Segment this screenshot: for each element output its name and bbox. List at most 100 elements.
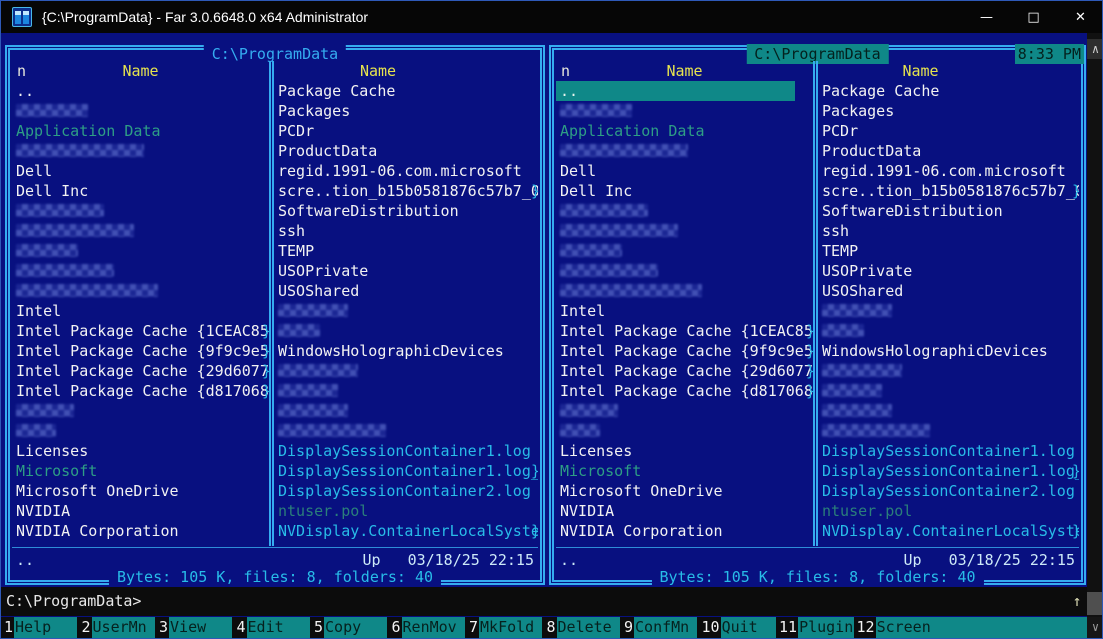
file-row-redacted[interactable] (12, 261, 269, 281)
file-row[interactable]: Licenses (12, 441, 269, 461)
fkey-10-quit[interactable]: 10Quit (699, 617, 777, 638)
file-row-redacted[interactable] (274, 321, 538, 341)
file-row-redacted[interactable] (12, 421, 269, 441)
file-row[interactable]: USOShared (818, 281, 1079, 301)
file-row[interactable]: PCDr (818, 121, 1079, 141)
file-row[interactable]: NVDisplay.ContainerLocalSyste} (818, 521, 1079, 541)
file-row[interactable]: scre..tion_b15b0581876c57b7_0} (818, 181, 1079, 201)
file-row[interactable]: DisplaySessionContainer1.log (818, 441, 1079, 461)
file-row[interactable]: DisplaySessionContainer1.log_} (274, 461, 538, 481)
file-row[interactable]: regid.1991-06.com.microsoft (274, 161, 538, 181)
fkey-1-help[interactable]: 1Help (1, 617, 79, 638)
file-row[interactable]: Intel (12, 301, 269, 321)
fkey-11-plugin[interactable]: 11Plugin (776, 617, 854, 638)
file-row[interactable]: Intel Package Cache {1CEAC85} (12, 321, 269, 341)
fkey-7-mkfold[interactable]: 7MkFold (466, 617, 544, 638)
file-row[interactable]: DisplaySessionContainer2.log (274, 481, 538, 501)
fkey-6-renmov[interactable]: 6RenMov (389, 617, 467, 638)
file-row[interactable]: ProductData (274, 141, 538, 161)
file-row-redacted[interactable] (274, 401, 538, 421)
scrollbar-thumb[interactable] (1087, 592, 1103, 615)
file-row[interactable]: Microsoft OneDrive (12, 481, 269, 501)
close-button[interactable]: ✕ (1057, 1, 1103, 33)
fkey-4-edit[interactable]: 4Edit (234, 617, 312, 638)
file-row-redacted[interactable] (556, 261, 813, 281)
file-row-redacted[interactable] (556, 141, 813, 161)
scroll-up-icon[interactable]: ∧ (1087, 39, 1103, 59)
file-row[interactable]: Intel Package Cache {d817068} (12, 381, 269, 401)
file-row-redacted[interactable] (818, 301, 1079, 321)
file-row[interactable]: USOPrivate (818, 261, 1079, 281)
file-row-redacted[interactable] (556, 241, 813, 261)
file-row[interactable]: regid.1991-06.com.microsoft (818, 161, 1079, 181)
file-row[interactable]: USOShared (274, 281, 538, 301)
file-row[interactable]: SoftwareDistribution (818, 201, 1079, 221)
fkey-3-view[interactable]: 3View (156, 617, 234, 638)
file-row[interactable]: NVDisplay.ContainerLocalSyste} (274, 521, 538, 541)
minimize-button[interactable]: — (963, 1, 1010, 33)
file-row-redacted[interactable] (556, 281, 813, 301)
file-row[interactable]: TEMP (274, 241, 538, 261)
maximize-button[interactable]: □ (1010, 1, 1057, 33)
file-row[interactable]: Microsoft (556, 461, 813, 481)
file-row-redacted[interactable] (12, 241, 269, 261)
file-row[interactable]: Microsoft OneDrive (556, 481, 813, 501)
file-row[interactable]: Dell (12, 161, 269, 181)
file-row[interactable]: Intel Package Cache {d817068} (556, 381, 813, 401)
file-row-redacted[interactable] (818, 361, 1079, 381)
scroll-down-icon[interactable]: ∨ (1087, 617, 1103, 638)
file-row-redacted[interactable] (12, 401, 269, 421)
file-row[interactable]: Dell Inc (556, 181, 813, 201)
file-row[interactable]: Package Cache (274, 81, 538, 101)
file-row-redacted[interactable] (12, 141, 269, 161)
file-row-redacted[interactable] (12, 201, 269, 221)
file-row-redacted[interactable] (818, 381, 1079, 401)
file-row-redacted[interactable] (556, 101, 813, 121)
file-row[interactable]: USOPrivate (274, 261, 538, 281)
file-row-redacted[interactable] (12, 101, 269, 121)
file-row[interactable]: Application Data (556, 121, 813, 141)
fkey-5-copy[interactable]: 5Copy (311, 617, 389, 638)
file-row[interactable]: Licenses (556, 441, 813, 461)
file-row[interactable]: ntuser.pol (274, 501, 538, 521)
file-row[interactable]: Intel Package Cache {9f9c9e5} (12, 341, 269, 361)
file-row[interactable]: Intel Package Cache {1CEAC85} (556, 321, 813, 341)
fkey-9-confmn[interactable]: 9ConfMn (621, 617, 699, 638)
file-row[interactable]: WindowsHolographicDevices (274, 341, 538, 361)
file-row-redacted[interactable] (556, 221, 813, 241)
file-row[interactable]: ssh (274, 221, 538, 241)
file-row[interactable]: ssh (818, 221, 1079, 241)
file-row-redacted[interactable] (556, 421, 813, 441)
file-row[interactable]: Package Cache (818, 81, 1079, 101)
file-row[interactable]: NVIDIA Corporation (12, 521, 269, 541)
file-row[interactable]: Packages (818, 101, 1079, 121)
file-row-redacted[interactable] (556, 401, 813, 421)
history-up-arrow-icon[interactable]: ↑ (1067, 587, 1087, 616)
file-row[interactable]: .. (12, 81, 269, 101)
file-row[interactable]: .. (556, 81, 813, 101)
file-row-redacted[interactable] (12, 221, 269, 241)
file-row[interactable]: NVIDIA (12, 501, 269, 521)
file-row[interactable]: DisplaySessionContainer2.log (818, 481, 1079, 501)
file-row[interactable]: Microsoft (12, 461, 269, 481)
fkey-2-usermn[interactable]: 2UserMn (79, 617, 157, 638)
fkey-8-delete[interactable]: 8Delete (544, 617, 622, 638)
command-line[interactable]: C:\ProgramData> (1, 587, 1087, 616)
file-row[interactable]: DisplaySessionContainer1.log_} (818, 461, 1079, 481)
file-row-redacted[interactable] (818, 321, 1079, 341)
file-row[interactable]: ntuser.pol (818, 501, 1079, 521)
scrollbar[interactable]: ∧ ∨ (1087, 33, 1103, 639)
file-row-redacted[interactable] (12, 281, 269, 301)
file-row[interactable]: TEMP (818, 241, 1079, 261)
file-row[interactable]: Intel Package Cache {9f9c9e5} (556, 341, 813, 361)
fkey-12-screen[interactable]: 12Screen (854, 617, 1088, 638)
file-row[interactable]: SoftwareDistribution (274, 201, 538, 221)
file-row[interactable]: DisplaySessionContainer1.log (274, 441, 538, 461)
file-row[interactable]: Application Data (12, 121, 269, 141)
file-row[interactable]: Dell (556, 161, 813, 181)
file-row-redacted[interactable] (274, 381, 538, 401)
file-row[interactable]: NVIDIA Corporation (556, 521, 813, 541)
file-row[interactable]: Intel (556, 301, 813, 321)
file-row[interactable]: Packages (274, 101, 538, 121)
file-row-redacted[interactable] (818, 421, 1079, 441)
